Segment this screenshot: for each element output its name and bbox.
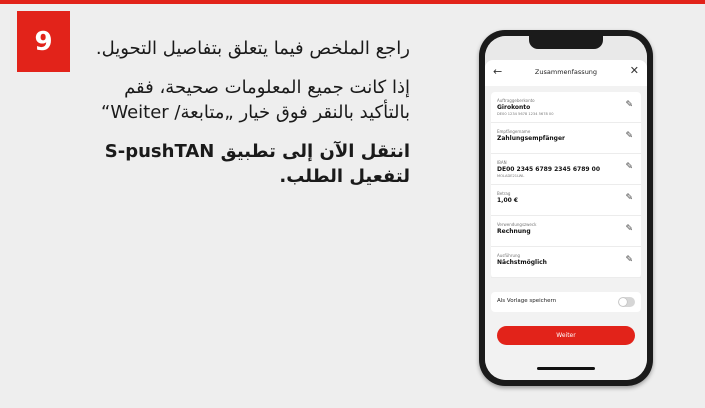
field-iban: IBAN DE00 2345 6789 2345 6789 00 MOLADE2… (491, 154, 641, 185)
field-debtor-account: Auftraggeberkonto Girokonto DE00 1234 56… (491, 92, 641, 123)
field-recipient-name: Empfängername Zahlungsempfänger ✎ (491, 123, 641, 154)
weiter-button[interactable]: Weiter (497, 326, 635, 345)
field-label: IBAN (497, 160, 507, 165)
edit-pencil-icon[interactable]: ✎ (625, 255, 633, 265)
close-icon[interactable]: ✕ (630, 64, 639, 77)
app-header: ← Zusammenfassung ✕ (485, 60, 647, 86)
field-label: Ausführung (497, 253, 521, 258)
save-template-label: Als Vorlage speichern (497, 298, 557, 304)
save-template-toggle[interactable] (618, 297, 635, 307)
instruction-review: راجع الملخص فيما يتعلق بتفاصيل التحويل. (95, 38, 410, 59)
edit-pencil-icon[interactable]: ✎ (625, 224, 633, 234)
edit-pencil-icon[interactable]: ✎ (625, 100, 633, 110)
field-value: DE00 2345 6789 2345 6789 00 (497, 166, 601, 173)
back-arrow-icon[interactable]: ← (493, 65, 502, 78)
phone-notch (529, 36, 603, 49)
field-subvalue: DE00 1234 5678 1234 5678 00 (497, 112, 554, 116)
phone-mockup: ← Zusammenfassung ✕ Auftraggeberkonto Gi… (479, 30, 653, 386)
field-subvalue: MOLADE21LWL (497, 174, 525, 178)
field-label: Empfängername (497, 129, 531, 134)
summary-content: Auftraggeberkonto Girokonto DE00 1234 56… (485, 86, 647, 380)
screen-title: Zusammenfassung (534, 68, 598, 76)
field-value: Nächstmöglich (497, 259, 547, 266)
field-value: Girokonto (497, 104, 531, 111)
step-number-badge: 9 (17, 11, 70, 72)
phone-screen: ← Zusammenfassung ✕ Auftraggeberkonto Gi… (485, 36, 647, 380)
instruction-pushtan: انتقل الآن إلى تطبيق S-pushTAN لتفعيل ال… (104, 141, 410, 187)
instruction-text: راجع الملخص فيما يتعلق بتفاصيل التحويل. … (92, 36, 410, 203)
edit-pencil-icon[interactable]: ✎ (625, 162, 633, 172)
edit-pencil-icon[interactable]: ✎ (625, 193, 633, 203)
field-purpose: Verwendungszweck Rechnung ✎ (491, 216, 641, 247)
field-label: Auftraggeberkonto (497, 98, 535, 103)
field-value: Rechnung (497, 228, 531, 235)
field-execution: Ausführung Nächstmöglich ✎ (491, 247, 641, 278)
field-label: Verwendungszweck (497, 222, 537, 227)
field-value: Zahlungsempfänger (497, 135, 566, 142)
field-label: Betrag (497, 191, 511, 196)
toggle-knob (619, 298, 627, 306)
top-accent-line (0, 0, 705, 4)
summary-fields: Auftraggeberkonto Girokonto DE00 1234 56… (491, 92, 641, 278)
home-indicator (537, 367, 595, 370)
field-amount: Betrag 1,00 € ✎ (491, 185, 641, 216)
edit-pencil-icon[interactable]: ✎ (625, 131, 633, 141)
instruction-card: 9 راجع الملخص فيما يتعلق بتفاصيل التحويل… (0, 0, 705, 408)
save-template-row: Als Vorlage speichern (491, 292, 641, 312)
field-value: 1,00 € (497, 197, 519, 204)
instruction-confirm: إذا كانت جميع المعلومات صحيحة، فقم بالتأ… (101, 77, 410, 123)
